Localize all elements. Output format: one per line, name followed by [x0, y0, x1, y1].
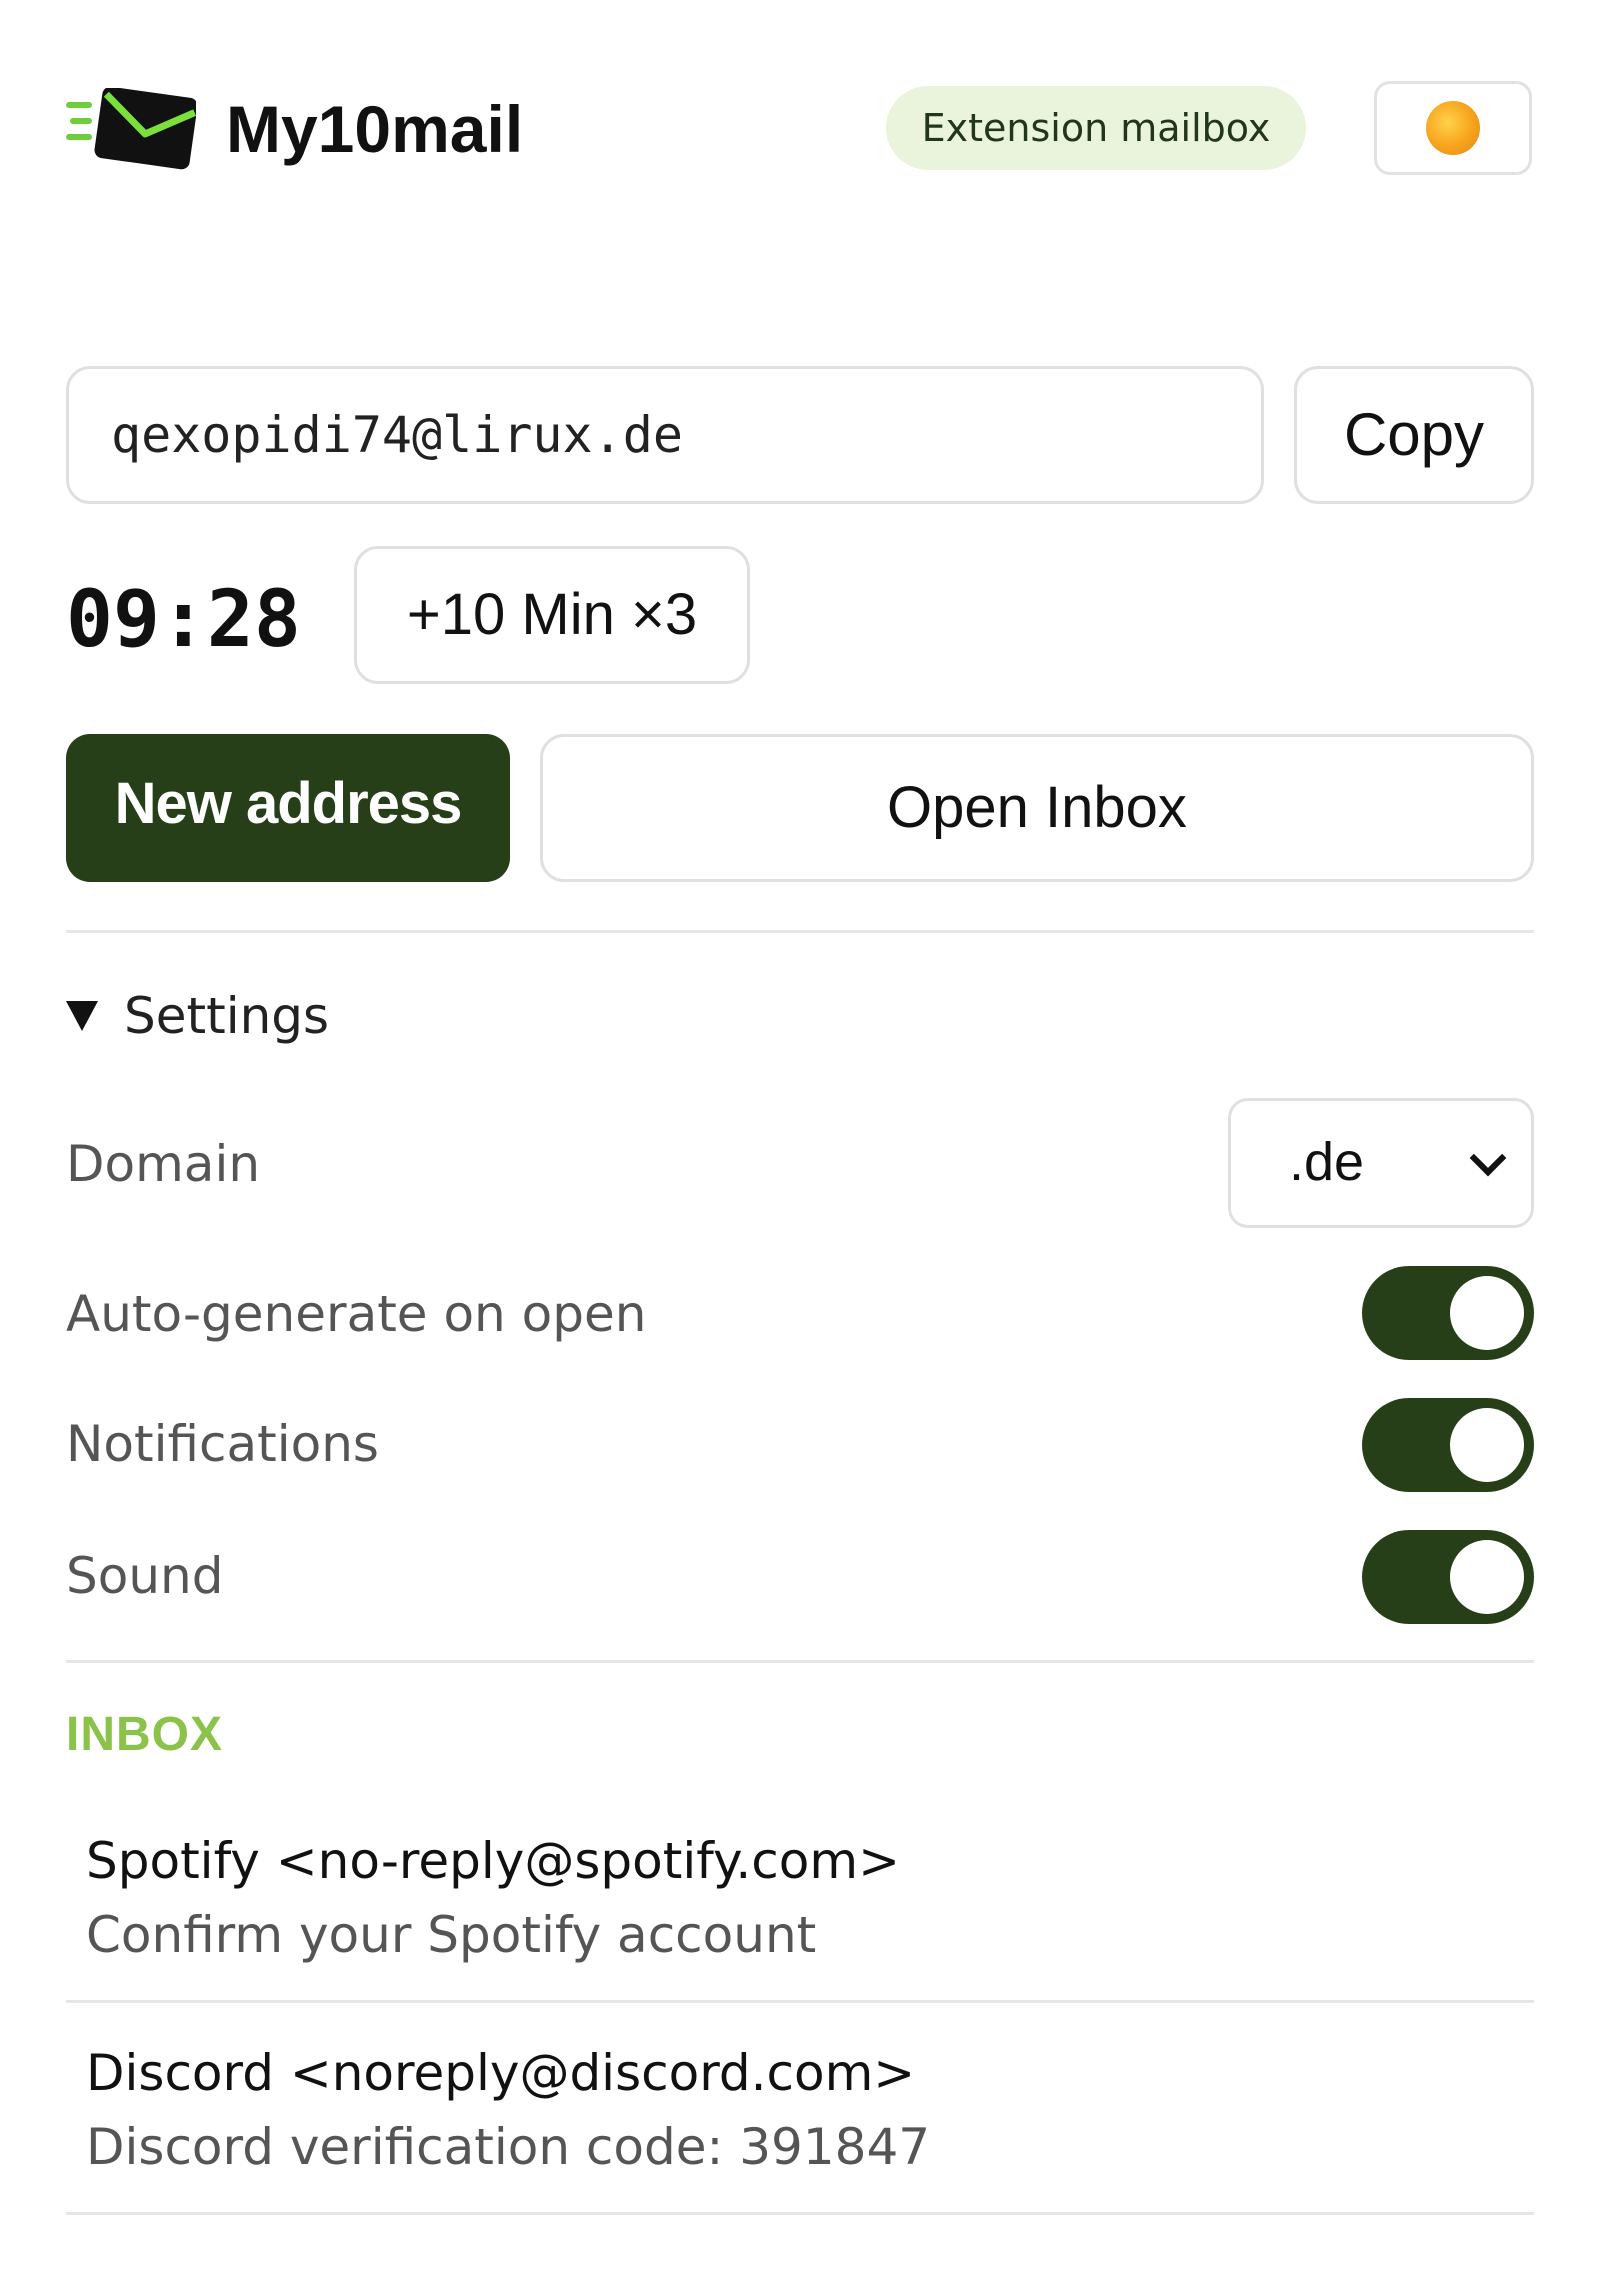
extend-time-button[interactable]: +10 Min ×3 — [354, 546, 750, 684]
settings-title: Settings — [124, 987, 330, 1045]
domain-label: Domain — [66, 1135, 261, 1193]
envelope-icon — [66, 88, 196, 170]
chevron-down-icon — [1469, 1139, 1507, 1177]
domain-select[interactable]: .de — [1228, 1098, 1534, 1228]
header: My10mail Extension mailbox — [66, 78, 1534, 182]
divider — [66, 2000, 1534, 2003]
list-item[interactable]: Spotify <no-reply@spotify.com> Confirm y… — [66, 1826, 1534, 2026]
countdown-timer: 09:28 — [66, 575, 301, 665]
domain-selected-value: .de — [1289, 1132, 1365, 1192]
auto-generate-toggle[interactable] — [1362, 1266, 1534, 1360]
notifications-label: Notifications — [66, 1415, 379, 1473]
theme-toggle-button[interactable] — [1374, 81, 1532, 175]
sun-icon — [1426, 101, 1480, 155]
divider — [66, 930, 1534, 933]
mail-subject: Discord verification code: 391847 — [86, 2118, 931, 2176]
toggle-knob — [1450, 1540, 1524, 1614]
auto-generate-label: Auto-generate on open — [66, 1285, 647, 1343]
toggle-knob — [1450, 1276, 1524, 1350]
toggle-knob — [1450, 1408, 1524, 1482]
mail-subject: Confirm your Spotify account — [86, 1906, 817, 1964]
sound-label: Sound — [66, 1547, 224, 1605]
divider — [66, 2212, 1534, 2215]
sound-toggle[interactable] — [1362, 1530, 1534, 1624]
caret-down-icon — [66, 1000, 98, 1031]
divider — [66, 1660, 1534, 1663]
inbox-heading: INBOX — [66, 1708, 224, 1761]
mail-sender: Discord <noreply@discord.com> — [86, 2044, 916, 2102]
brand-name: My10mail — [226, 92, 524, 166]
email-address-field[interactable] — [66, 366, 1264, 504]
settings-toggle[interactable]: Settings — [66, 976, 329, 1056]
mail-sender: Spotify <no-reply@spotify.com> — [86, 1832, 900, 1890]
mailbox-type-badge: Extension mailbox — [886, 86, 1306, 170]
notifications-toggle[interactable] — [1362, 1398, 1534, 1492]
list-item[interactable]: Discord <noreply@discord.com> Discord ve… — [66, 2038, 1534, 2238]
open-inbox-button[interactable]: Open Inbox — [540, 734, 1534, 882]
new-address-button[interactable]: New address — [66, 734, 510, 882]
copy-button[interactable]: Copy — [1294, 366, 1534, 504]
